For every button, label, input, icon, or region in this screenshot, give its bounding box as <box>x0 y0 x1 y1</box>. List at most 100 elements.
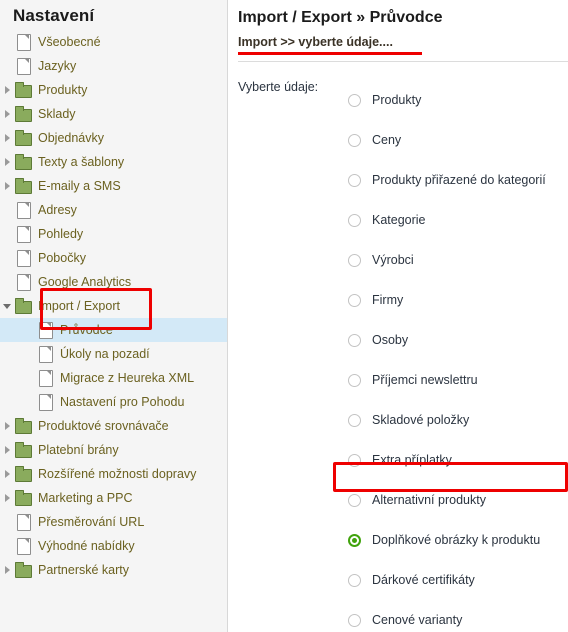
file-icon <box>36 390 56 414</box>
sidebar-item-14[interactable]: Migrace z Heureka XML <box>0 366 227 390</box>
sidebar-item-2[interactable]: Produkty <box>0 78 227 102</box>
sidebar-item-label: E-maily a SMS <box>38 179 121 193</box>
sidebar-item-12[interactable]: Průvodce <box>0 318 227 342</box>
radio-unselected-icon[interactable] <box>348 333 361 347</box>
chevron-right-icon[interactable] <box>0 126 14 150</box>
sidebar-item-label: Úkoly na pozadí <box>60 347 150 361</box>
radio-option-7[interactable]: Příjemci newslettru <box>348 360 568 400</box>
sidebar-item-13[interactable]: Úkoly na pozadí <box>0 342 227 366</box>
chevron-right-icon[interactable] <box>0 174 14 198</box>
radio-option-label: Doplňkové obrázky k produktu <box>372 533 541 547</box>
radio-option-13[interactable]: Cenové varianty <box>348 600 568 632</box>
settings-sidebar: Nastavení Všeobecné Jazyky Produkty Sklady O… <box>0 0 228 632</box>
radio-unselected-icon[interactable] <box>348 133 361 147</box>
sidebar-item-6[interactable]: E-maily a SMS <box>0 174 227 198</box>
sidebar-item-21[interactable]: Výhodné nabídky <box>0 534 227 558</box>
folder-icon <box>14 294 34 318</box>
file-icon <box>14 222 34 246</box>
file-icon <box>14 534 34 558</box>
folder-icon <box>14 558 34 582</box>
breadcrumb-step: Import >> vyberte údaje.... <box>238 35 393 49</box>
sidebar-item-3[interactable]: Sklady <box>0 102 227 126</box>
radio-unselected-icon[interactable] <box>348 453 361 467</box>
radio-option-9[interactable]: Extra příplatky <box>348 440 568 480</box>
radio-unselected-icon[interactable] <box>348 213 361 227</box>
sidebar-item-15[interactable]: Nastavení pro Pohodu <box>0 390 227 414</box>
form-label: Vyberte údaje: <box>238 80 319 94</box>
radio-option-11[interactable]: Doplňkové obrázky k produktu <box>348 520 568 560</box>
sidebar-item-label: Texty a šablony <box>38 155 125 169</box>
radio-option-1[interactable]: Ceny <box>348 120 568 160</box>
radio-unselected-icon[interactable] <box>348 413 361 427</box>
sidebar-item-1[interactable]: Jazyky <box>0 54 227 78</box>
sidebar-item-7[interactable]: Adresy <box>0 198 227 222</box>
radio-unselected-icon[interactable] <box>348 293 361 307</box>
sidebar-item-22[interactable]: Partnerské karty <box>0 558 227 582</box>
folder-icon <box>14 438 34 462</box>
radio-option-2[interactable]: Produkty přiřazené do kategorií <box>348 160 568 200</box>
sidebar-item-label: Jazyky <box>38 59 77 73</box>
radio-unselected-icon[interactable] <box>348 373 361 387</box>
chevron-right-icon[interactable] <box>0 438 14 462</box>
file-icon <box>14 270 34 294</box>
sidebar-item-17[interactable]: Platební brány <box>0 438 227 462</box>
sidebar-item-label: Adresy <box>38 203 77 217</box>
radio-option-label: Příjemci newslettru <box>372 373 478 387</box>
data-select-form: Vyberte údaje: Produkty Ceny Produkty přiř… <box>228 62 568 632</box>
data-type-radio-group[interactable]: Produkty Ceny Produkty přiřazené do katego… <box>348 80 568 632</box>
radio-option-3[interactable]: Kategorie <box>348 200 568 240</box>
chevron-right-icon[interactable] <box>0 102 14 126</box>
chevron-right-icon[interactable] <box>0 462 14 486</box>
radio-option-label: Osoby <box>372 333 409 347</box>
sidebar-item-label: Sklady <box>38 107 76 121</box>
sidebar-item-9[interactable]: Pobočky <box>0 246 227 270</box>
sidebar-item-4[interactable]: Objednávky <box>0 126 227 150</box>
radio-option-10[interactable]: Alternativní produkty <box>348 480 568 520</box>
sidebar-item-16[interactable]: Produktové srovnávače <box>0 414 227 438</box>
radio-unselected-icon[interactable] <box>348 493 361 507</box>
chevron-right-icon[interactable] <box>0 150 14 174</box>
radio-option-label: Alternativní produkty <box>372 493 486 507</box>
settings-tree: Všeobecné Jazyky Produkty Sklady Objednávky T… <box>0 30 227 582</box>
sidebar-item-0[interactable]: Všeobecné <box>0 30 227 54</box>
sidebar-item-10[interactable]: Google Analytics <box>0 270 227 294</box>
sidebar-item-label: Přesměrování URL <box>38 515 145 529</box>
radio-unselected-icon[interactable] <box>348 253 361 267</box>
radio-option-6[interactable]: Osoby <box>348 320 568 360</box>
radio-unselected-icon[interactable] <box>348 173 361 187</box>
radio-option-label: Extra příplatky <box>372 453 452 467</box>
radio-unselected-icon[interactable] <box>348 613 361 627</box>
radio-option-12[interactable]: Dárkové certifikáty <box>348 560 568 600</box>
radio-option-0[interactable]: Produkty <box>348 80 568 120</box>
radio-selected-icon[interactable] <box>348 533 361 547</box>
chevron-right-icon[interactable] <box>0 486 14 510</box>
sidebar-item-11[interactable]: Import / Export <box>0 294 227 318</box>
sidebar-item-8[interactable]: Pohledy <box>0 222 227 246</box>
radio-option-label: Cenové varianty <box>372 613 463 627</box>
chevron-right-icon[interactable] <box>0 414 14 438</box>
radio-option-4[interactable]: Výrobci <box>348 240 568 280</box>
radio-option-label: Firmy <box>372 293 404 307</box>
radio-option-8[interactable]: Skladové položky <box>348 400 568 440</box>
chevron-down-icon[interactable] <box>0 294 14 318</box>
chevron-right-icon[interactable] <box>0 558 14 582</box>
sidebar-item-20[interactable]: Přesměrování URL <box>0 510 227 534</box>
radio-unselected-icon[interactable] <box>348 573 361 587</box>
radio-option-label: Výrobci <box>372 253 414 267</box>
sidebar-item-19[interactable]: Marketing a PPC <box>0 486 227 510</box>
sidebar-item-18[interactable]: Rozšířené možnosti dopravy <box>0 462 227 486</box>
sidebar-item-label: Partnerské karty <box>38 563 130 577</box>
radio-unselected-icon[interactable] <box>348 93 361 107</box>
sidebar-item-label: Marketing a PPC <box>38 491 133 505</box>
sidebar-item-5[interactable]: Texty a šablony <box>0 150 227 174</box>
sidebar-item-label: Rozšířené možnosti dopravy <box>38 467 197 481</box>
radio-option-5[interactable]: Firmy <box>348 280 568 320</box>
chevron-right-icon[interactable] <box>0 78 14 102</box>
